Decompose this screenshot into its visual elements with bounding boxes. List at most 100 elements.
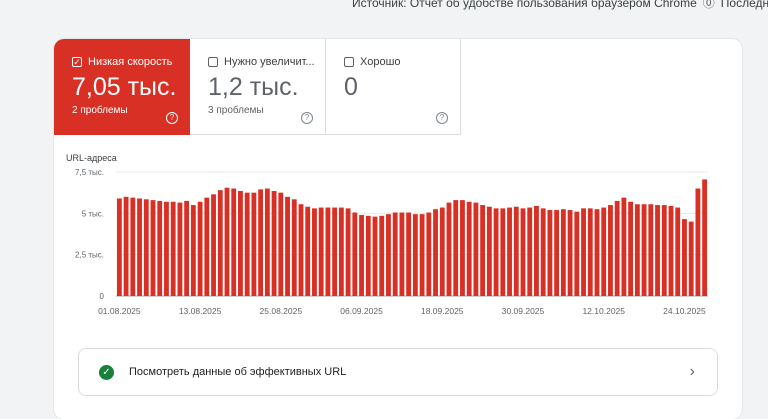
- help-icon[interactable]: ⓪: [703, 0, 715, 11]
- chart-bar[interactable]: [379, 215, 385, 296]
- chart-bar[interactable]: [688, 221, 694, 296]
- chart-bar[interactable]: [258, 189, 264, 296]
- chart-bar[interactable]: [567, 210, 573, 296]
- chart-bar[interactable]: [116, 198, 122, 296]
- chart-bar[interactable]: [614, 200, 620, 296]
- chart-bar[interactable]: [352, 212, 358, 296]
- chart-bar[interactable]: [318, 207, 324, 296]
- help-icon[interactable]: ?: [166, 112, 178, 124]
- chart-bar[interactable]: [359, 214, 364, 296]
- chart-bar[interactable]: [184, 200, 190, 296]
- chart-bar[interactable]: [547, 210, 553, 296]
- chart-bar[interactable]: [224, 187, 230, 296]
- chart-bar[interactable]: [655, 205, 660, 296]
- chart-bar[interactable]: [305, 206, 311, 296]
- checkbox-checked-icon[interactable]: ✓: [72, 57, 82, 67]
- chart-bar[interactable]: [190, 205, 196, 296]
- chart-bar[interactable]: [587, 208, 593, 296]
- chart-bar[interactable]: [412, 214, 418, 296]
- chart-bar[interactable]: [446, 202, 452, 296]
- chart-bar[interactable]: [608, 205, 613, 296]
- chart-bar[interactable]: [231, 188, 237, 296]
- chart-bar[interactable]: [278, 192, 284, 296]
- chart-bar[interactable]: [406, 212, 412, 296]
- chart-bar[interactable]: [628, 201, 634, 296]
- chart-bar[interactable]: [365, 215, 371, 296]
- chart-bar[interactable]: [581, 208, 586, 296]
- chart-bar[interactable]: [668, 205, 674, 296]
- chart-bar[interactable]: [560, 209, 566, 296]
- chart-bar[interactable]: [426, 212, 432, 296]
- chart-bar[interactable]: [453, 200, 459, 296]
- chart-bar[interactable]: [554, 210, 560, 296]
- chart-bar[interactable]: [244, 192, 250, 296]
- chart-bar[interactable]: [574, 211, 580, 296]
- chart-bar[interactable]: [143, 199, 149, 296]
- chart-bar[interactable]: [520, 208, 526, 296]
- chart-bar[interactable]: [271, 191, 277, 296]
- chart-bar[interactable]: [634, 204, 640, 296]
- help-icon[interactable]: ?: [436, 112, 448, 124]
- chart-bar[interactable]: [312, 208, 317, 296]
- chart-bar[interactable]: [466, 201, 472, 296]
- tile-slow[interactable]: ✓ Низкая скорость 7,05 тыс. 2 проблемы ?: [54, 39, 190, 135]
- chart-bar[interactable]: [392, 212, 398, 296]
- chart-bar[interactable]: [540, 208, 546, 296]
- chart-bar[interactable]: [480, 205, 486, 296]
- chart-bar[interactable]: [534, 205, 539, 296]
- chart-bar[interactable]: [695, 188, 701, 296]
- chart-bar[interactable]: [399, 212, 405, 296]
- chart-bar[interactable]: [486, 206, 492, 296]
- chart-bar[interactable]: [170, 201, 176, 296]
- chart-bar[interactable]: [164, 201, 169, 296]
- chart-bar[interactable]: [702, 179, 708, 296]
- chart-bar[interactable]: [338, 207, 344, 296]
- tile-good[interactable]: Хорошо 0 ?: [326, 39, 461, 135]
- chart-bar[interactable]: [137, 198, 142, 296]
- chart-bar[interactable]: [298, 204, 304, 296]
- chart-bar[interactable]: [150, 200, 156, 296]
- chart-bar[interactable]: [460, 200, 465, 296]
- tile-needs-improvement[interactable]: Нужно увеличит... 1,2 тыс. 3 проблемы ?: [190, 39, 326, 135]
- chart-bar[interactable]: [332, 207, 338, 296]
- chart-bar[interactable]: [177, 202, 183, 296]
- chart-bar[interactable]: [601, 207, 607, 296]
- chart-bar[interactable]: [675, 207, 681, 296]
- chart-bar[interactable]: [251, 192, 257, 296]
- chart-bar[interactable]: [291, 199, 297, 296]
- chart-bar[interactable]: [507, 207, 512, 296]
- chart-bar[interactable]: [473, 202, 479, 296]
- chart-bar[interactable]: [419, 214, 425, 296]
- help-icon[interactable]: ?: [301, 112, 313, 124]
- source-text: Источник: Отчет об удобстве пользования …: [352, 0, 697, 10]
- chart-bar[interactable]: [493, 208, 499, 296]
- chart-bar[interactable]: [204, 197, 210, 296]
- chart-bar[interactable]: [641, 204, 647, 296]
- chart-bar[interactable]: [433, 209, 438, 296]
- chart-bar[interactable]: [648, 204, 654, 296]
- chart-bar[interactable]: [197, 201, 203, 296]
- chart-bar[interactable]: [157, 200, 163, 296]
- chart-bar[interactable]: [264, 188, 270, 296]
- chart-bar[interactable]: [527, 207, 533, 296]
- checkbox-icon[interactable]: [344, 57, 354, 67]
- chart-bar[interactable]: [211, 194, 216, 296]
- chart-bar[interactable]: [372, 216, 378, 296]
- checkbox-icon[interactable]: [208, 57, 218, 67]
- chart-bar[interactable]: [325, 207, 331, 296]
- chart-bar[interactable]: [217, 190, 223, 296]
- chart-bar[interactable]: [130, 197, 136, 296]
- chart-bar[interactable]: [123, 196, 129, 296]
- chart-bar[interactable]: [386, 214, 391, 296]
- chart-bar[interactable]: [621, 197, 627, 296]
- chart-bar[interactable]: [500, 208, 506, 296]
- chart-bar[interactable]: [285, 196, 290, 296]
- chart-bar[interactable]: [661, 205, 667, 296]
- chart-bar[interactable]: [594, 209, 600, 296]
- chart-bar[interactable]: [439, 207, 445, 296]
- view-good-urls-link[interactable]: ✓ Посмотреть данные об эффективных URL ›: [78, 348, 718, 396]
- chart-bar[interactable]: [682, 219, 687, 296]
- chart-bar[interactable]: [238, 191, 243, 296]
- chart-bar[interactable]: [345, 208, 351, 296]
- chart-bar[interactable]: [513, 206, 519, 296]
